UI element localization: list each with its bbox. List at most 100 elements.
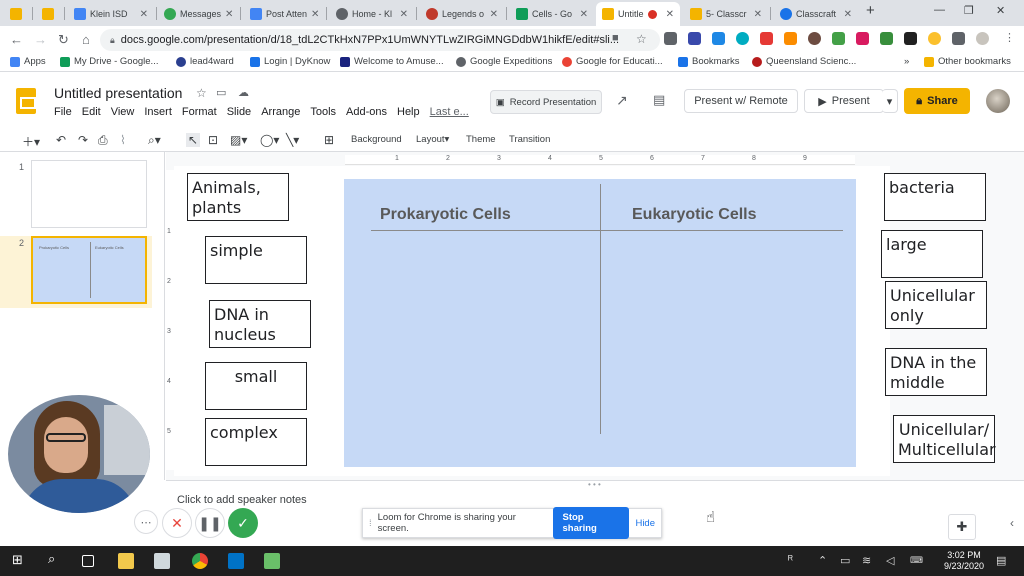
notes-resize-handle[interactable]: • • • bbox=[588, 480, 601, 489]
browser-tab-active-untitled[interactable]: Untitle ✕ bbox=[596, 2, 680, 26]
app-icon[interactable] bbox=[264, 553, 280, 569]
bookmarks-overflow[interactable]: » bbox=[904, 56, 909, 67]
address-bar[interactable]: 🔒︎ docs.google.com/presentation/d/18_tdL… bbox=[100, 29, 660, 51]
stop-sharing-button[interactable]: Stop sharing bbox=[552, 507, 630, 539]
extension-icon[interactable] bbox=[784, 32, 797, 45]
sort-card-unicellular-multicellular[interactable]: Unicellular/ Multicellular bbox=[893, 415, 996, 463]
move-folder-icon[interactable]: ▭ bbox=[216, 86, 226, 99]
speaker-notes-placeholder[interactable]: Click to add speaker notes bbox=[177, 494, 307, 506]
reload-icon[interactable]: ↻ bbox=[58, 32, 69, 48]
extension-icon[interactable] bbox=[736, 32, 749, 45]
menu-slide[interactable]: Slide bbox=[227, 106, 251, 118]
image-icon[interactable]: ▨▾ bbox=[230, 133, 247, 147]
extension-icon[interactable] bbox=[664, 32, 677, 45]
search-icon[interactable]: ⌕ bbox=[48, 551, 64, 567]
menu-format[interactable]: Format bbox=[182, 106, 217, 118]
menu-insert[interactable]: Insert bbox=[144, 106, 172, 118]
task-view-icon[interactable] bbox=[82, 555, 94, 567]
tray-expand-icon[interactable]: ⌃ bbox=[818, 554, 827, 567]
explore-button[interactable]: ✚ bbox=[948, 514, 976, 540]
undo-icon[interactable]: ↶ bbox=[56, 133, 66, 147]
vertical-ruler[interactable]: 1 2 3 4 5 bbox=[166, 170, 174, 470]
browser-tab-post-attendance[interactable]: Post Atten ✕ bbox=[244, 2, 324, 26]
paint-format-icon[interactable]: ⌇ bbox=[120, 133, 126, 147]
horizontal-ruler[interactable]: 1 2 3 4 5 6 7 8 9 bbox=[345, 155, 855, 165]
present-button[interactable]: ▶ Present bbox=[804, 89, 884, 113]
extension-icon[interactable] bbox=[856, 32, 869, 45]
background-button[interactable]: Background bbox=[351, 134, 402, 145]
windows-start-icon[interactable]: ⊞ bbox=[12, 552, 28, 568]
present-with-remote-button[interactable]: Present w/ Remote bbox=[684, 89, 798, 113]
zoom-icon[interactable]: ⌕▾ bbox=[148, 133, 161, 148]
document-title[interactable]: Untitled presentation bbox=[54, 85, 182, 101]
slides-logo-icon[interactable] bbox=[16, 88, 36, 114]
close-tab-icon[interactable]: ✕ bbox=[140, 9, 148, 20]
restore-icon[interactable]: ❐ bbox=[964, 4, 974, 17]
avatar[interactable] bbox=[986, 89, 1010, 113]
sort-card-dna-in-nucleus[interactable]: DNA in nucleus bbox=[209, 300, 311, 348]
star-icon[interactable]: ☆ bbox=[196, 86, 207, 100]
close-tab-icon[interactable]: ✕ bbox=[844, 9, 852, 20]
people-icon[interactable]: ᴿ bbox=[788, 554, 793, 566]
sort-card-unicellular-only[interactable]: Unicellular only bbox=[885, 281, 987, 329]
extension-icon[interactable] bbox=[760, 32, 773, 45]
transition-button[interactable]: Transition bbox=[509, 134, 550, 145]
browser-tab-legends[interactable]: Legends o ✕ bbox=[420, 2, 504, 26]
menu-help[interactable]: Help bbox=[397, 106, 420, 118]
new-slide-icon[interactable]: ＋▾ bbox=[22, 133, 40, 150]
last-edit-link[interactable]: Last e... bbox=[430, 106, 469, 118]
column-header-eukaryotic[interactable]: Eukaryotic Cells bbox=[632, 206, 757, 224]
keyboard-icon[interactable]: ⌨ bbox=[910, 555, 923, 566]
close-tab-icon[interactable]: ✕ bbox=[311, 9, 319, 20]
close-tab-icon[interactable]: ✕ bbox=[754, 9, 762, 20]
volume-icon[interactable]: ◁ bbox=[886, 554, 894, 567]
side-panel-toggle-icon[interactable]: ‹ bbox=[1010, 516, 1014, 530]
menu-edit[interactable]: Edit bbox=[82, 106, 101, 118]
camera-icon[interactable]: ■ bbox=[612, 32, 619, 44]
layout-button[interactable]: Layout▾ bbox=[416, 134, 449, 145]
sort-card-animals-plants[interactable]: Animals, plants bbox=[187, 173, 289, 221]
record-presentation-button[interactable]: ▣ Record Presentation bbox=[490, 90, 602, 114]
loom-cancel-icon[interactable]: ✕ bbox=[162, 508, 192, 538]
close-tab-icon[interactable]: ✕ bbox=[400, 9, 408, 20]
sort-card-bacteria[interactable]: bacteria bbox=[884, 173, 986, 221]
browser-tab-messages[interactable]: Messages ✕ bbox=[158, 2, 238, 26]
hide-button[interactable]: Hide bbox=[635, 518, 655, 529]
loom-finish-check-icon[interactable]: ✓ bbox=[228, 508, 258, 538]
bookmark-expeditions[interactable]: Google Expeditions bbox=[456, 56, 552, 67]
browser-tab-classcraft[interactable]: Classcraft ✕ bbox=[774, 2, 858, 26]
loom-pause-icon[interactable]: ❚❚ bbox=[195, 508, 225, 538]
close-tab-icon[interactable]: ✕ bbox=[580, 9, 588, 20]
slide-thumbnail-1[interactable] bbox=[31, 160, 147, 228]
bookmark-star-icon[interactable]: ☆ bbox=[636, 32, 647, 46]
home-icon[interactable]: ⌂ bbox=[82, 32, 90, 47]
menu-arrange[interactable]: Arrange bbox=[261, 106, 300, 118]
battery-icon[interactable]: ▭ bbox=[840, 554, 850, 567]
bookmark-google-education[interactable]: Google for Educati... bbox=[562, 56, 663, 67]
store-icon[interactable] bbox=[154, 553, 170, 569]
sort-card-small[interactable]: small bbox=[205, 362, 307, 410]
other-bookmarks[interactable]: Other bookmarks bbox=[924, 56, 1011, 67]
browser-tab-klein[interactable]: Klein ISD ✕ bbox=[68, 2, 154, 26]
select-cursor-icon[interactable]: ↖ bbox=[186, 133, 201, 147]
bookmark-apps[interactable]: Apps bbox=[10, 56, 46, 67]
extension-icon[interactable] bbox=[688, 32, 701, 45]
bookmark-amuse[interactable]: Welcome to Amuse... bbox=[340, 56, 444, 67]
share-button[interactable]: 🔒︎ Share bbox=[904, 88, 970, 114]
present-dropdown-icon[interactable]: ▾ bbox=[882, 89, 898, 113]
wifi-icon[interactable]: ≋ bbox=[862, 554, 871, 567]
profile-icon[interactable] bbox=[976, 32, 989, 45]
new-tab-button[interactable]: + bbox=[866, 2, 875, 19]
back-icon[interactable]: ← bbox=[10, 32, 23, 47]
outlook-icon[interactable] bbox=[228, 553, 244, 569]
menu-tools[interactable]: Tools bbox=[310, 106, 336, 118]
shape-icon[interactable]: ◯▾ bbox=[260, 133, 279, 147]
bookmark-my-drive[interactable]: My Drive - Google... bbox=[60, 56, 158, 67]
kebab-menu-icon[interactable]: ⋮ bbox=[1004, 32, 1017, 45]
webcam-bubble[interactable] bbox=[8, 395, 150, 513]
sort-card-complex[interactable]: complex bbox=[205, 418, 307, 466]
close-window-icon[interactable]: ✕ bbox=[996, 4, 1005, 17]
browser-tab-cells[interactable]: Cells - Go ✕ bbox=[510, 2, 594, 26]
extension-icon[interactable] bbox=[880, 32, 893, 45]
notifications-icon[interactable]: ▤ bbox=[996, 554, 1006, 567]
